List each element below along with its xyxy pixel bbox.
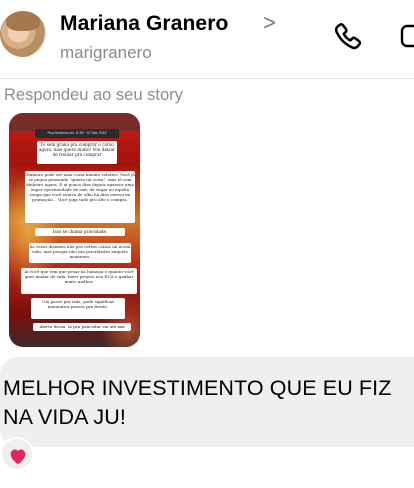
story-text-card: Dinheiro pode ser uma coisa muuito relat…	[25, 171, 135, 223]
heart-icon	[10, 449, 26, 465]
phone-icon[interactable]	[330, 20, 366, 56]
story-text-card: Um passo pra vida, pode significar muuuu…	[31, 298, 125, 319]
story-text-card: Alerta dessa, tá pra pancadar em até xxx	[33, 323, 131, 331]
contact-name[interactable]: Mariana Granero	[60, 12, 228, 36]
story-text-card: Tô sem grana pra comprar o curso agora, …	[37, 141, 117, 164]
contact-username: marigranero	[60, 43, 152, 62]
chevron-right-icon[interactable]: >	[263, 10, 276, 36]
story-reply-label: Respondeu ao seu story	[4, 86, 183, 104]
story-text-card: Aí você que tem que pesar na balança o q…	[21, 268, 137, 294]
header-divider	[0, 78, 414, 79]
story-text-card: Às vezes dizemos não pra certas coisas n…	[29, 243, 131, 263]
video-icon[interactable]	[400, 21, 414, 51]
chat-header: Mariana Granero > marigranero	[0, 0, 414, 78]
reaction-badge[interactable]	[0, 437, 34, 471]
story-text-card: Isso se chama prioridade.	[35, 228, 125, 236]
story-top-bar: Rua Andrews em 11:59 · 07 Mar 2022	[35, 129, 119, 138]
message-text: MELHOR INVESTIMENTO QUE EU FIZ NA VIDA J…	[3, 376, 392, 429]
avatar[interactable]	[0, 11, 46, 57]
story-thumbnail[interactable]: Rua Andrews em 11:59 · 07 Mar 2022 Tô se…	[9, 113, 140, 347]
